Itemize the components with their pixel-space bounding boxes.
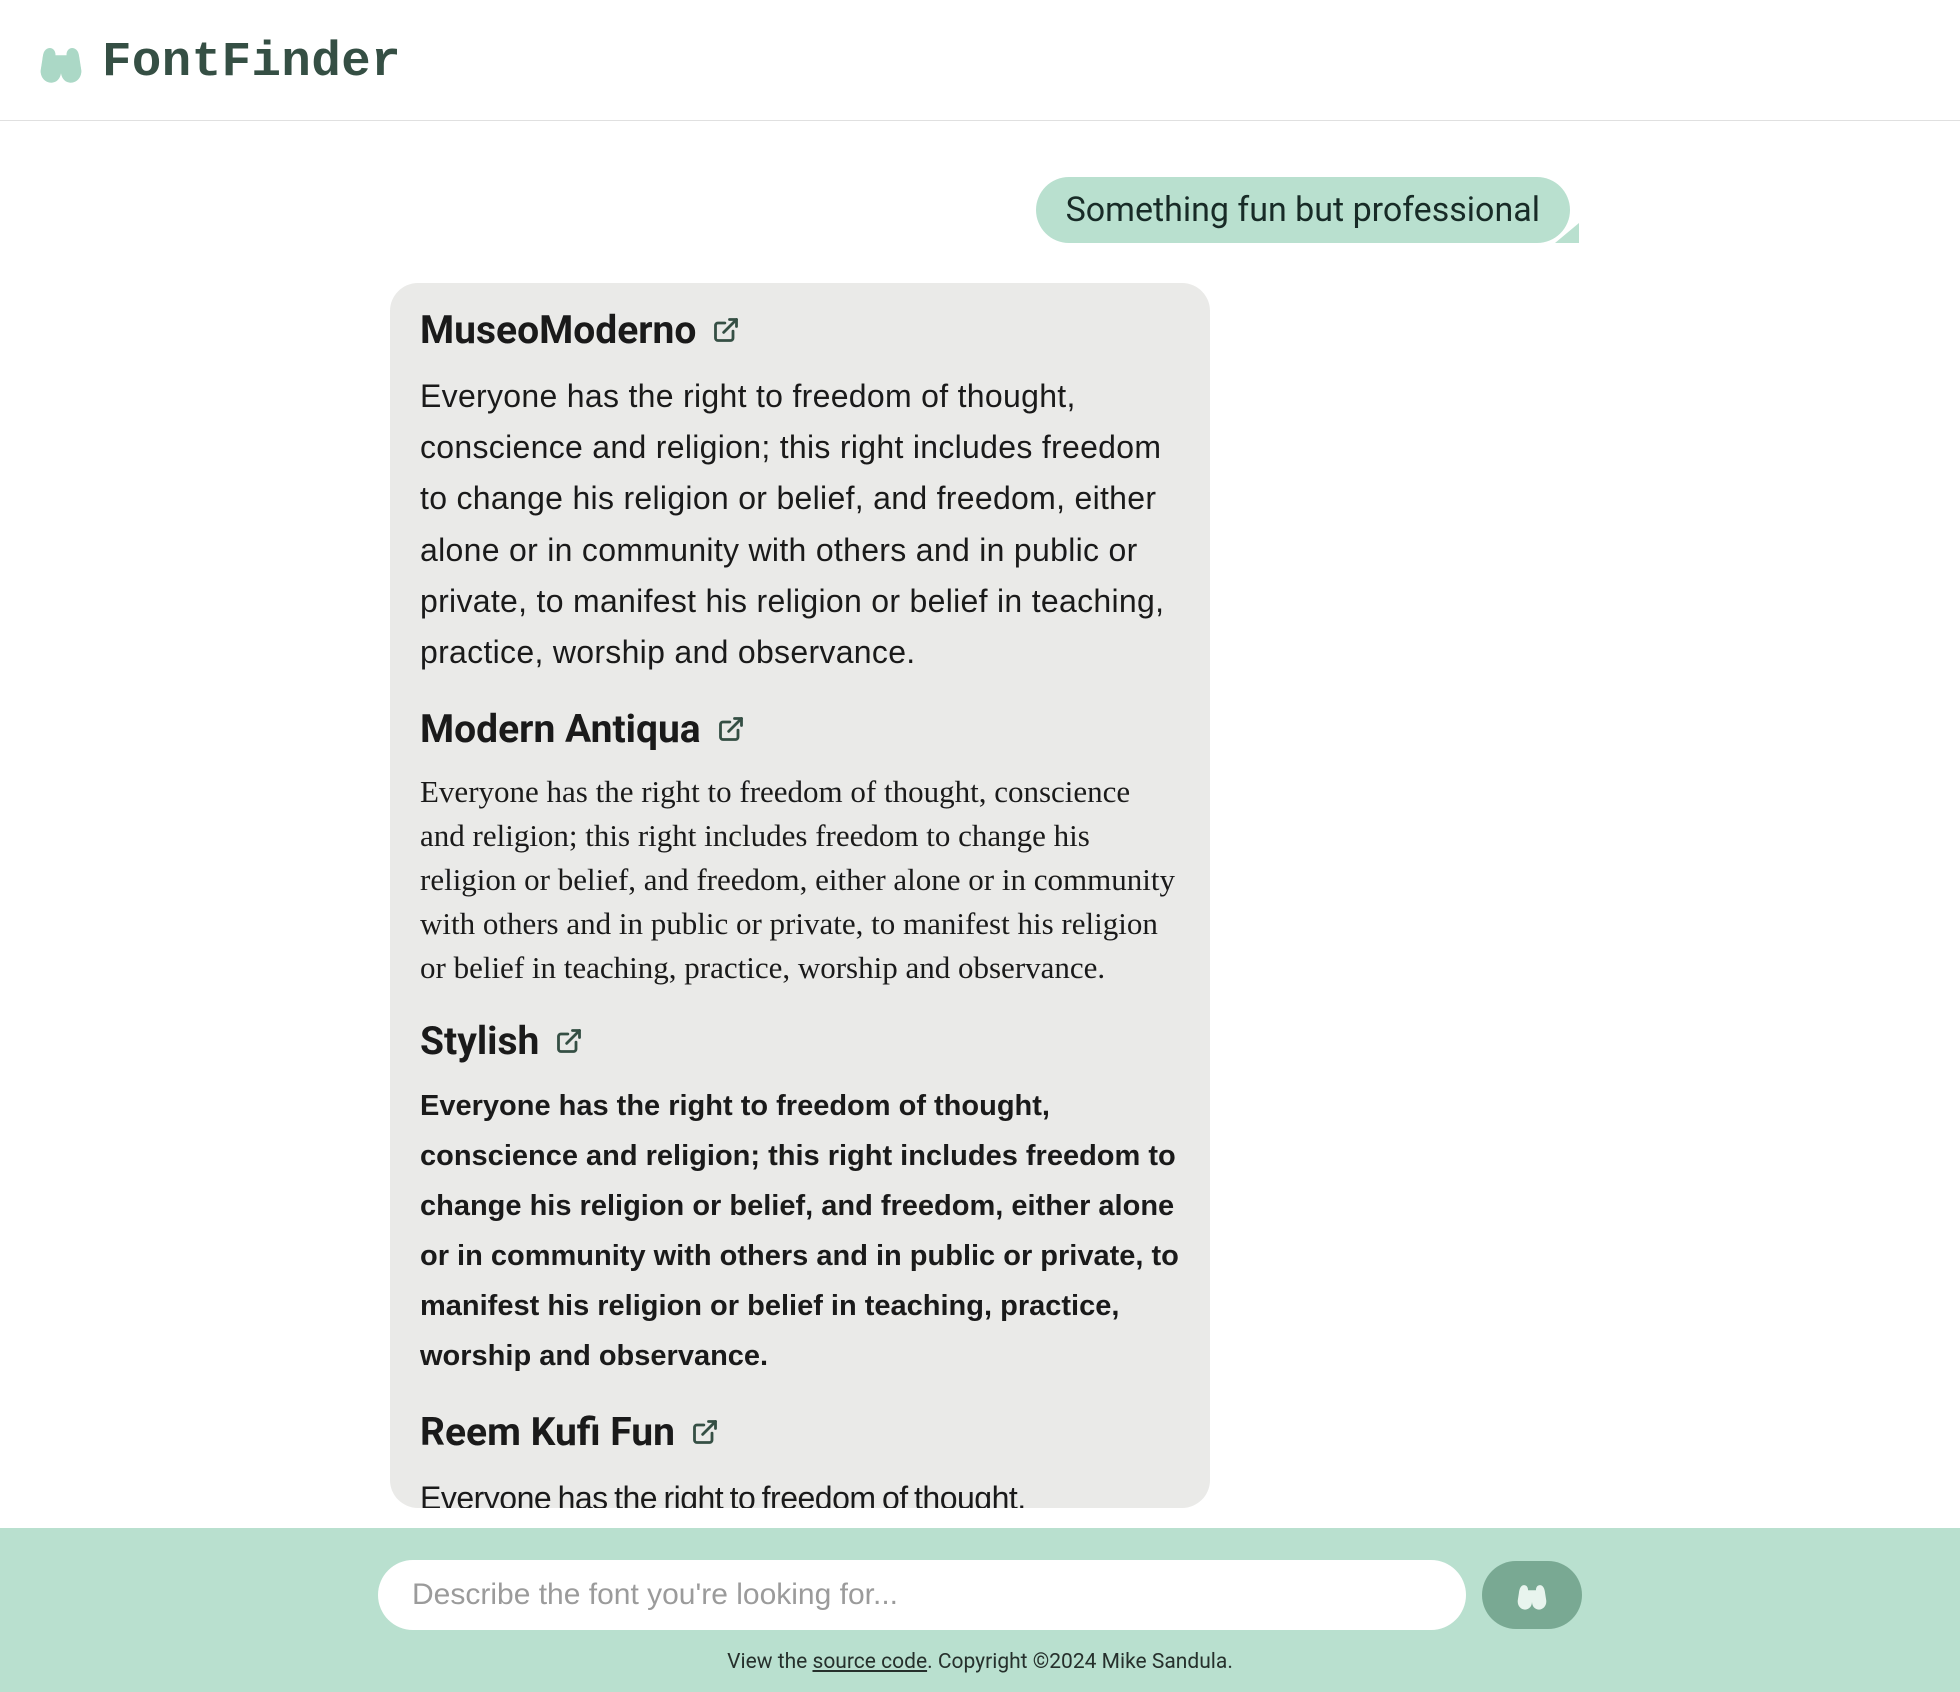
main-content: Something fun but professional MuseoMode…	[0, 121, 1960, 1564]
font-title-row: Reem Kufi Fun	[420, 1409, 1180, 1455]
external-link-icon[interactable]	[712, 316, 740, 344]
font-name: Modern Antiqua	[420, 706, 701, 752]
font-sample-text: Everyone has the right to freedom of tho…	[420, 770, 1180, 990]
external-link-icon[interactable]	[555, 1027, 583, 1055]
conversation-column: Something fun but professional MuseoMode…	[390, 177, 1570, 1508]
font-result: Stylish Everyone has the right to freedo…	[420, 1018, 1180, 1381]
font-sample-text: Everyone has the right to freedom of tho…	[420, 1473, 1180, 1508]
font-title-row: Modern Antiqua	[420, 706, 1180, 752]
font-title-row: Stylish	[420, 1018, 1180, 1064]
assistant-reply-row: MuseoModerno Everyone has the right to f…	[390, 283, 1570, 1508]
font-sample-text: Everyone has the right to freedom of tho…	[420, 1082, 1180, 1381]
search-row	[0, 1560, 1960, 1630]
font-name: Stylish	[420, 1018, 539, 1064]
binoculars-icon	[1513, 1576, 1551, 1614]
search-button[interactable]	[1482, 1561, 1582, 1629]
user-message-row: Something fun but professional	[390, 177, 1570, 243]
font-search-input[interactable]	[378, 1560, 1466, 1630]
font-title-row: MuseoModerno	[420, 307, 1180, 353]
user-message-bubble: Something fun but professional	[1036, 177, 1570, 243]
font-results-card: MuseoModerno Everyone has the right to f…	[390, 283, 1210, 1508]
font-name: MuseoModerno	[420, 307, 696, 353]
font-result: Modern Antiqua Everyone has the right to…	[420, 706, 1180, 990]
external-link-icon[interactable]	[717, 715, 745, 743]
footer-copyright: . Copyright ©2024 Mike Sandula.	[927, 1650, 1233, 1674]
font-sample-text: Everyone has the right to freedom of tho…	[420, 371, 1180, 678]
external-link-icon[interactable]	[691, 1418, 719, 1446]
source-code-link[interactable]: source code	[812, 1650, 927, 1674]
brand-title: FontFinder	[102, 34, 401, 90]
footer-text: View the source code. Copyright ©2024 Mi…	[0, 1650, 1960, 1674]
footer-view-prefix: View the	[727, 1650, 812, 1674]
font-name: Reem Kufi Fun	[420, 1409, 675, 1455]
font-result: MuseoModerno Everyone has the right to f…	[420, 307, 1180, 678]
font-result: Reem Kufi Fun Everyone has the right to …	[420, 1409, 1180, 1508]
footer-bar: View the source code. Copyright ©2024 Mi…	[0, 1528, 1960, 1692]
app-header: FontFinder	[0, 0, 1960, 121]
binoculars-icon	[34, 35, 88, 89]
